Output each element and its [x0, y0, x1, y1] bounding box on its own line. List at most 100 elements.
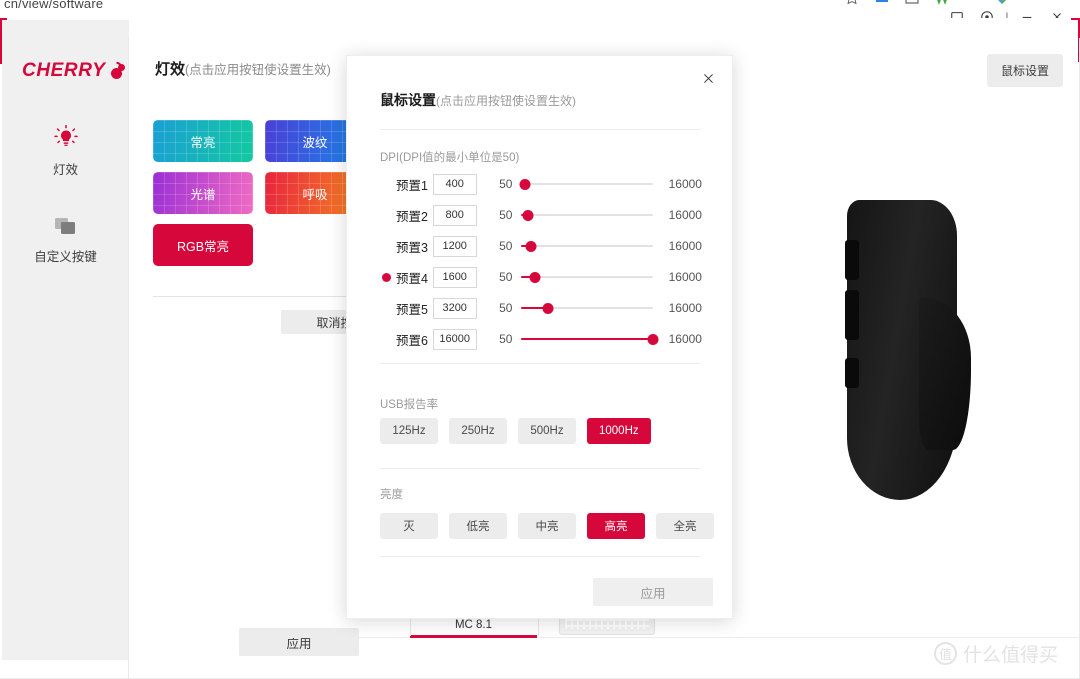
dpi-section-label: DPI(DPI值的最小单位是50)	[380, 152, 520, 164]
usb-rate-option-125Hz[interactable]: 125Hz	[380, 418, 438, 444]
blue-app-icon[interactable]	[874, 0, 890, 6]
effect-label: RGB常亮	[176, 239, 230, 254]
dpi-preset-radio[interactable]	[380, 331, 396, 347]
dpi-slider-fill	[521, 338, 653, 340]
star-icon[interactable]	[844, 0, 860, 6]
dpi-slider-max-label: 16000	[668, 301, 702, 315]
dialog-title-main: 鼠标设置	[380, 92, 436, 108]
brightness-option-灭[interactable]: 灭	[380, 513, 438, 539]
dpi-slider[interactable]	[521, 300, 653, 316]
dpi-slider[interactable]	[521, 207, 653, 223]
effect-label: 光谱	[190, 187, 216, 202]
dpi-preset-radio-dot	[382, 273, 391, 282]
mouse-side-button-mid	[845, 290, 859, 340]
brightness-option-全亮[interactable]: 全亮	[656, 513, 714, 539]
dpi-preset-row: 预置5 50 16000	[380, 297, 702, 319]
page-title-sub: (点击应用按钮使设置生效)	[185, 63, 331, 77]
dpi-value-input[interactable]	[432, 235, 477, 257]
dpi-slider[interactable]	[521, 238, 653, 254]
dialog-divider-4	[380, 556, 701, 557]
dialog-title: 鼠标设置(点击应用按钮使设置生效)	[380, 90, 576, 110]
dpi-slider-thumb[interactable]	[529, 271, 541, 283]
effect-button-rgb-always-on[interactable]: RGB常亮	[153, 224, 253, 266]
dpi-preset-label: 预置2	[396, 209, 428, 224]
cherry-fruit-icon	[109, 61, 125, 80]
effect-button-spectrum[interactable]: 光谱	[153, 172, 253, 214]
sidebar-item-lighting[interactable]: 灯效	[2, 124, 129, 178]
dialog-apply-button[interactable]: 应用	[593, 578, 713, 606]
dpi-value-input[interactable]	[432, 173, 477, 195]
mouse-settings-button[interactable]: 鼠标设置	[986, 54, 1063, 87]
dpi-slider-thumb[interactable]	[647, 333, 659, 345]
usb-rate-option-500Hz[interactable]: 500Hz	[518, 418, 576, 444]
close-icon[interactable]	[696, 66, 720, 90]
effect-label: 波纹	[302, 135, 328, 150]
usb-rate-options: 125Hz 250Hz 500Hz 1000Hz	[380, 418, 651, 444]
dialog-divider-3	[380, 468, 701, 469]
dpi-slider-max-label: 16000	[668, 177, 702, 191]
effect-button-always-on[interactable]: 常亮	[153, 120, 253, 162]
dpi-slider-thumb[interactable]	[519, 178, 531, 190]
dpi-value-input[interactable]	[432, 297, 477, 319]
dpi-slider[interactable]	[521, 269, 653, 285]
brightness-option-低亮[interactable]: 低亮	[449, 513, 507, 539]
dpi-value-input[interactable]	[432, 328, 477, 350]
device-name-mouse: MC 8.1	[454, 619, 493, 631]
dpi-slider-thumb[interactable]	[525, 240, 537, 252]
dpi-preset-radio[interactable]	[380, 300, 396, 316]
brightness-section-label: 亮度	[380, 489, 403, 501]
dpi-slider-min-label: 50	[499, 177, 513, 191]
dpi-slider-max-label: 16000	[668, 332, 702, 346]
mouse-side-button-top	[845, 240, 859, 280]
dpi-preset-label: 预置3	[396, 240, 428, 255]
brightness-option-中亮[interactable]: 中亮	[518, 513, 576, 539]
dpi-preset-label: 预置4	[396, 271, 428, 286]
lightbulb-icon	[53, 124, 79, 150]
dpi-preset-radio[interactable]	[380, 176, 396, 192]
brightness-options: 灭低亮 中亮 高亮 全亮	[380, 513, 714, 539]
page-title-main: 灯效	[155, 61, 186, 78]
layers-icon	[53, 215, 79, 237]
mouse-settings-dialog: 鼠标设置(点击应用按钮使设置生效) DPI(DPI值的最小单位是50) 预置1 5…	[346, 55, 733, 619]
dpi-slider-max-label: 16000	[668, 270, 702, 284]
sidebar: CHERRY 灯效 自定义按键	[2, 20, 129, 660]
dpi-preset-row: 预置2 50 16000	[380, 204, 702, 226]
mouse-side-button-bottom	[845, 358, 859, 388]
sidebar-item-custom-keys[interactable]: 自定义按键	[2, 215, 129, 265]
dpi-preset-row: 预置4 50 16000	[380, 266, 702, 288]
page-title: 灯效(点击应用按钮使设置生效)	[155, 58, 331, 79]
usb-rate-option-1000Hz[interactable]: 1000Hz	[587, 418, 651, 444]
dpi-slider-max-label: 16000	[668, 239, 702, 253]
dpi-preset-radio[interactable]	[380, 269, 396, 285]
dpi-preset-radio[interactable]	[380, 207, 396, 223]
watermark: 值 什么值得买	[933, 640, 1058, 667]
usb-rate-section-label: USB报告率	[380, 399, 439, 411]
screen: cn/view/software | CHERRY 灯效 自定义按键 灯效(点击…	[0, 0, 1080, 679]
dpi-slider-track	[521, 276, 653, 278]
dpi-preset-row: 预置6 50 16000	[380, 328, 702, 350]
dpi-slider-thumb[interactable]	[522, 209, 534, 221]
dpi-preset-label: 预置1	[396, 178, 428, 193]
dpi-preset-radio[interactable]	[380, 238, 396, 254]
dpi-slider[interactable]	[519, 176, 653, 192]
window-icon[interactable]	[904, 0, 920, 6]
cherry-logo: CHERRY	[22, 60, 125, 82]
brightness-option-高亮[interactable]: 高亮	[587, 513, 645, 539]
mouse-product-image	[845, 190, 977, 510]
watermark-mark: 值	[933, 642, 957, 665]
dpi-slider[interactable]	[521, 331, 659, 347]
usb-rate-option-250Hz[interactable]: 250Hz	[449, 418, 507, 444]
dpi-slider-min-label: 50	[499, 301, 513, 315]
dpi-value-input[interactable]	[432, 266, 477, 288]
dpi-value-input[interactable]	[432, 204, 477, 226]
dpi-slider-min-label: 50	[499, 239, 513, 253]
dpi-slider-track	[521, 245, 653, 247]
effect-label: 呼吸	[302, 187, 328, 202]
device-active-underline	[410, 635, 537, 638]
lighting-effects-grid: 常亮 波纹 光谱 呼吸 RGB常亮	[153, 120, 365, 266]
dpi-slider-track	[521, 214, 653, 216]
dpi-slider-max-label: 16000	[668, 208, 702, 222]
dpi-slider-min-label: 50	[499, 208, 513, 222]
dpi-slider-thumb[interactable]	[542, 302, 554, 314]
effect-label: 常亮	[190, 135, 216, 150]
